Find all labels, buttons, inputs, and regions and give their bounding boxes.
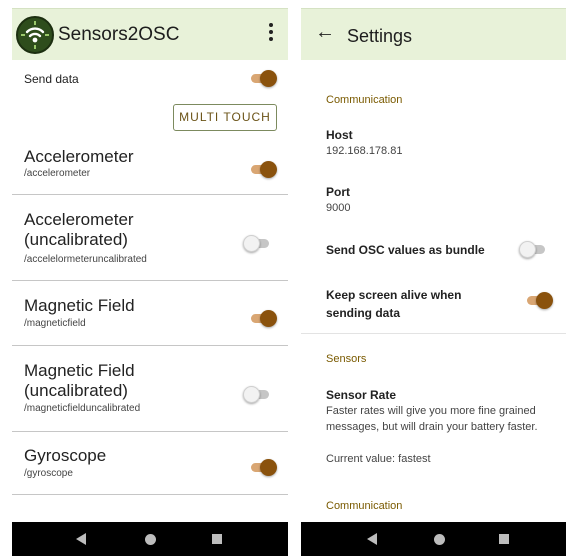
bundle-toggle[interactable] xyxy=(519,240,547,258)
sensor-path: /accelelormeteruncalibrated xyxy=(24,254,147,265)
port-value: 9000 xyxy=(326,202,351,214)
host-value: 192.168.178.81 xyxy=(326,145,403,157)
sensors-screen: Sensors2OSC Send data MULTI TOUCH Accele… xyxy=(12,0,288,556)
sensor-rate-label[interactable]: Sensor Rate xyxy=(326,388,396,402)
sensor-item-accelerometer: Accelerometer /accelerometer xyxy=(12,143,288,195)
keep-alive-toggle[interactable] xyxy=(525,291,553,309)
host-label[interactable]: Host xyxy=(326,128,353,142)
send-data-toggle[interactable] xyxy=(249,69,277,87)
nav-back-triangle-icon[interactable] xyxy=(76,533,86,545)
nav-back-triangle-icon[interactable] xyxy=(367,533,377,545)
navigation-bar xyxy=(12,522,288,556)
sensor-item-magnetic-field: Magnetic Field /magneticfield xyxy=(12,281,288,346)
sensor-toggle[interactable] xyxy=(243,385,271,403)
sensor-rate-description: Faster rates will give you more fine gra… xyxy=(326,405,538,433)
bundle-label[interactable]: Send OSC values as bundle xyxy=(326,243,485,257)
app-logo-icon xyxy=(16,16,54,54)
communication-header: Communication xyxy=(326,94,403,106)
more-vert-icon[interactable] xyxy=(268,23,274,43)
sensor-toggle[interactable] xyxy=(249,458,277,476)
nav-recents-square-icon[interactable] xyxy=(212,534,222,544)
send-data-label: Send data xyxy=(24,72,79,86)
keep-alive-label[interactable]: Keep screen alive when sending data xyxy=(326,286,486,322)
sensor-name: Magnetic Field xyxy=(24,296,135,315)
arrow-back-icon[interactable]: ← xyxy=(315,21,335,44)
nav-home-circle-icon[interactable] xyxy=(145,534,156,545)
app-bar: Sensors2OSC xyxy=(12,8,288,60)
nav-recents-square-icon[interactable] xyxy=(499,534,509,544)
nav-home-circle-icon[interactable] xyxy=(434,534,445,545)
app-title: Sensors2OSC xyxy=(58,24,180,45)
settings-screen: ← Settings Communication Host 192.168.17… xyxy=(301,0,566,556)
sensor-path: /magneticfield xyxy=(24,318,86,329)
sensor-toggle[interactable] xyxy=(249,309,277,327)
sensor-path: /magneticfielduncalibrated xyxy=(24,403,141,414)
sensor-item-magnetic-field-uncalibrated: Magnetic Field (uncalibrated) /magneticf… xyxy=(12,346,288,432)
sensor-toggle[interactable] xyxy=(243,234,271,252)
section-divider xyxy=(301,333,566,334)
sensor-item-accelerometer-uncalibrated: Accelerometer (uncalibrated) /accelelorm… xyxy=(12,195,288,281)
sensor-path: /gyroscope xyxy=(24,468,73,479)
settings-app-bar: ← Settings xyxy=(301,8,566,60)
sensor-name: Magnetic Field (uncalibrated) xyxy=(24,361,135,400)
sensor-name: Accelerometer (uncalibrated) xyxy=(24,210,134,249)
sensor-toggle[interactable] xyxy=(249,160,277,178)
multi-touch-button[interactable]: MULTI TOUCH xyxy=(173,104,277,131)
port-label[interactable]: Port xyxy=(326,185,350,199)
settings-title: Settings xyxy=(347,26,413,46)
sensor-name: Gyroscope xyxy=(24,446,107,465)
sensor-name: Accelerometer xyxy=(24,147,134,166)
sensor-path: /accelerometer xyxy=(24,168,91,179)
navigation-bar xyxy=(301,522,566,556)
sensor-item-gyroscope: Gyroscope /gyroscope xyxy=(12,432,288,495)
sensors-header: Sensors xyxy=(326,353,367,365)
sensor-rate-current-value: Current value: fastest xyxy=(326,453,431,465)
communication-header-2: Communication xyxy=(326,500,403,512)
